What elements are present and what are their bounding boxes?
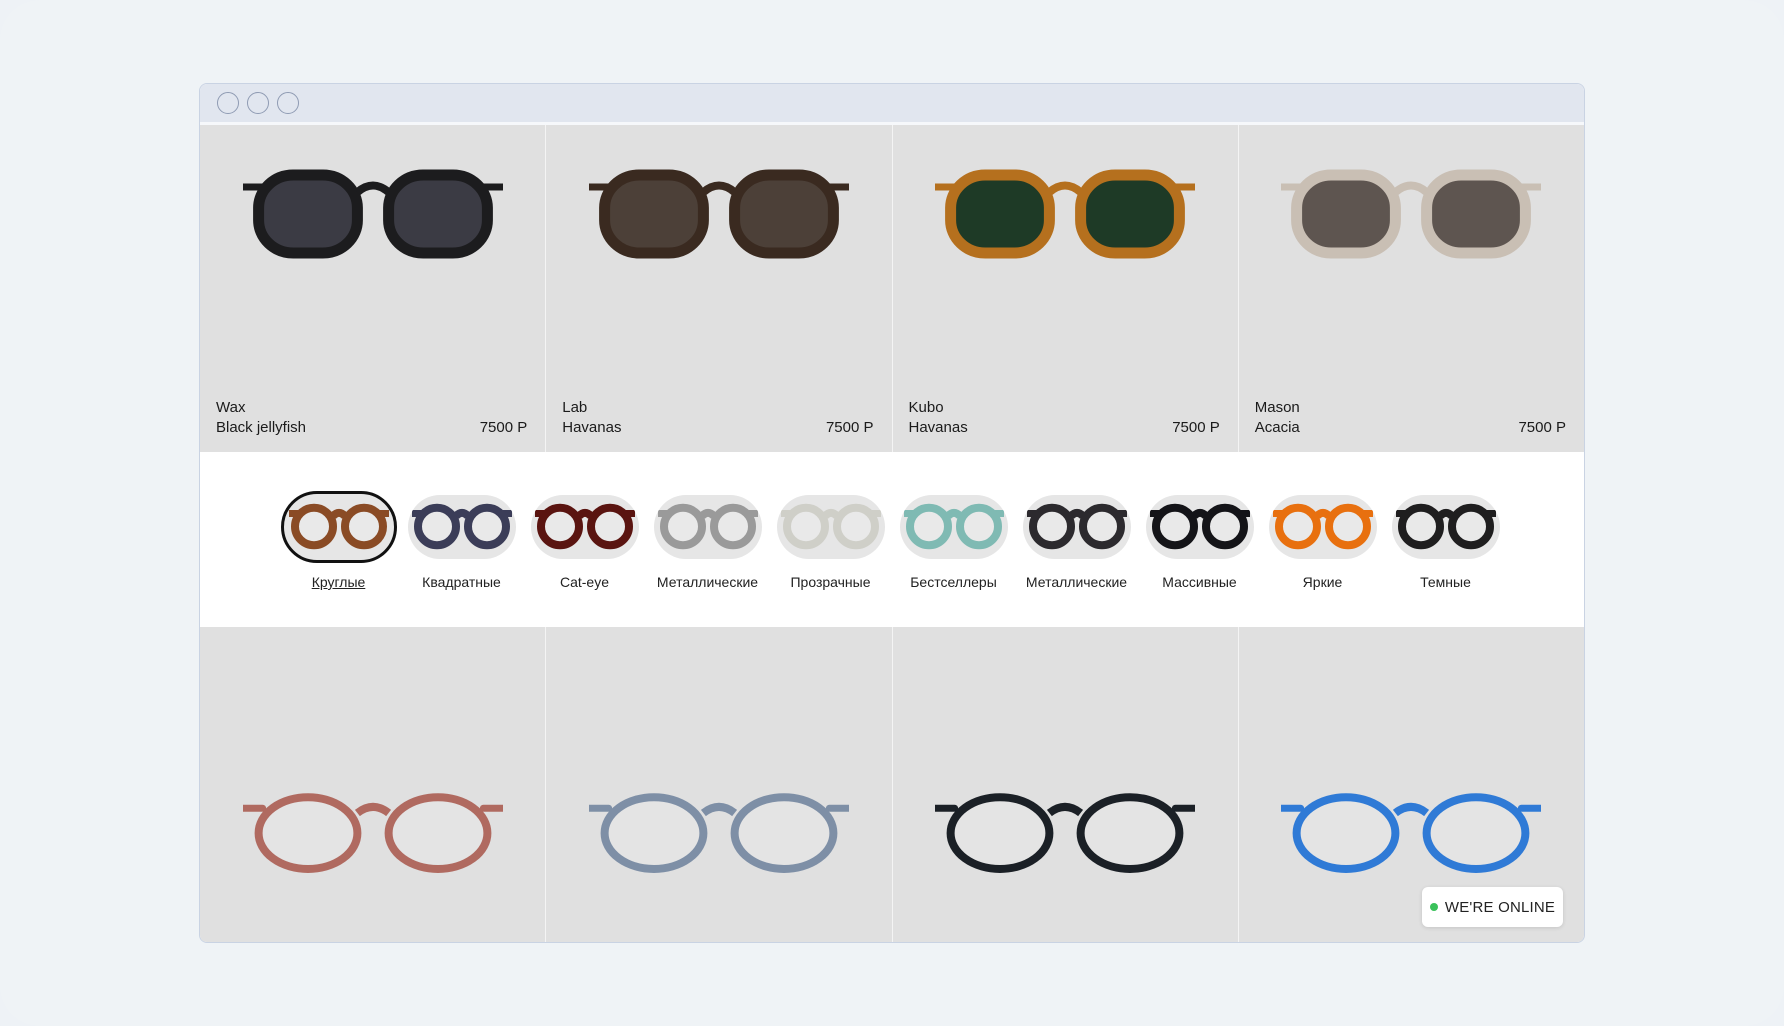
category-label: Прозрачные (790, 574, 871, 590)
category-label: Металлические (656, 574, 759, 590)
product-card[interactable] (200, 627, 547, 942)
product-image (1239, 165, 1584, 285)
category-thumbnail (407, 495, 516, 559)
category-cat-eye[interactable]: Cat-eye (530, 495, 639, 590)
product-price: 7500 Р (1518, 419, 1566, 436)
chat-online-button[interactable]: WE'RE ONLINE (1422, 887, 1563, 927)
category-bestsellers[interactable]: Бестселлеры (899, 495, 1008, 590)
category-thumbnail (1268, 495, 1377, 559)
product-color: Havanas (562, 419, 622, 436)
product-image (546, 788, 891, 908)
category-label: Круглые (311, 574, 366, 590)
online-status-icon (1429, 903, 1438, 911)
product-model: Kubo (908, 399, 944, 416)
category-thumbnail (899, 495, 1008, 559)
product-model: Wax (216, 399, 246, 416)
product-color: Acacia (1254, 419, 1300, 436)
category-bold[interactable]: Массивные (1145, 495, 1254, 590)
category-label: Бестселлеры (910, 574, 997, 590)
product-card[interactable]: Kubo Havanas 7500 Р (892, 125, 1239, 452)
product-image (200, 788, 545, 908)
window-minimize-control[interactable] (247, 92, 269, 114)
product-price: 7500 Р (825, 419, 874, 436)
product-image (893, 788, 1238, 908)
category-label: Яркие (1302, 574, 1343, 590)
product-price: 7500 Р (479, 419, 528, 436)
browser-window: Wax Black jellyfish 7500 Р Lab Havanas 7… (199, 83, 1585, 943)
product-card[interactable]: Lab Havanas 7500 Р (546, 125, 893, 452)
product-image (893, 165, 1238, 285)
product-model: Lab (562, 399, 588, 416)
category-round[interactable]: Круглые (280, 491, 397, 590)
category-thumbnail (280, 491, 397, 563)
product-card[interactable] (892, 627, 1239, 942)
category-filter-strip: Круглые Квадратные Cat-eye Металлические (200, 452, 1584, 627)
category-bright[interactable]: Яркие (1268, 495, 1377, 590)
product-row-bottom (200, 627, 1584, 942)
category-metal[interactable]: Металлические (653, 495, 762, 590)
product-image (546, 165, 891, 285)
product-price: 7500 Р (1172, 419, 1220, 436)
window-close-control[interactable] (217, 92, 239, 114)
category-thumbnail (653, 495, 762, 559)
browser-titlebar (200, 84, 1584, 125)
category-label: Темные (1420, 574, 1471, 590)
product-card[interactable] (546, 627, 893, 942)
category-thumbnail (530, 495, 639, 559)
product-card[interactable]: Mason Acacia 7500 Р (1238, 125, 1584, 452)
category-transparent[interactable]: Прозрачные (776, 495, 885, 590)
category-square[interactable]: Квадратные (407, 495, 516, 590)
category-thumbnail (1022, 495, 1131, 559)
category-thumbnail (1391, 495, 1500, 559)
category-thumbnail (776, 495, 885, 559)
category-metal-sun[interactable]: Металлические (1022, 495, 1131, 590)
product-row-top: Wax Black jellyfish 7500 Р Lab Havanas 7… (200, 125, 1584, 452)
category-thumbnail (1145, 495, 1254, 559)
window-maximize-control[interactable] (277, 92, 299, 114)
product-image (200, 165, 545, 285)
category-label: Массивные (1162, 574, 1237, 590)
category-dark[interactable]: Темные (1391, 495, 1500, 590)
chat-online-label: WE'RE ONLINE (1444, 898, 1556, 916)
category-label: Cat-eye (559, 574, 610, 590)
product-card[interactable]: Wax Black jellyfish 7500 Р (200, 125, 547, 452)
category-label: Металлические (1025, 574, 1128, 590)
product-color: Havanas (908, 419, 968, 436)
product-model: Mason (1254, 399, 1300, 416)
category-label: Квадратные (422, 574, 501, 590)
product-color: Black jellyfish (216, 419, 307, 436)
